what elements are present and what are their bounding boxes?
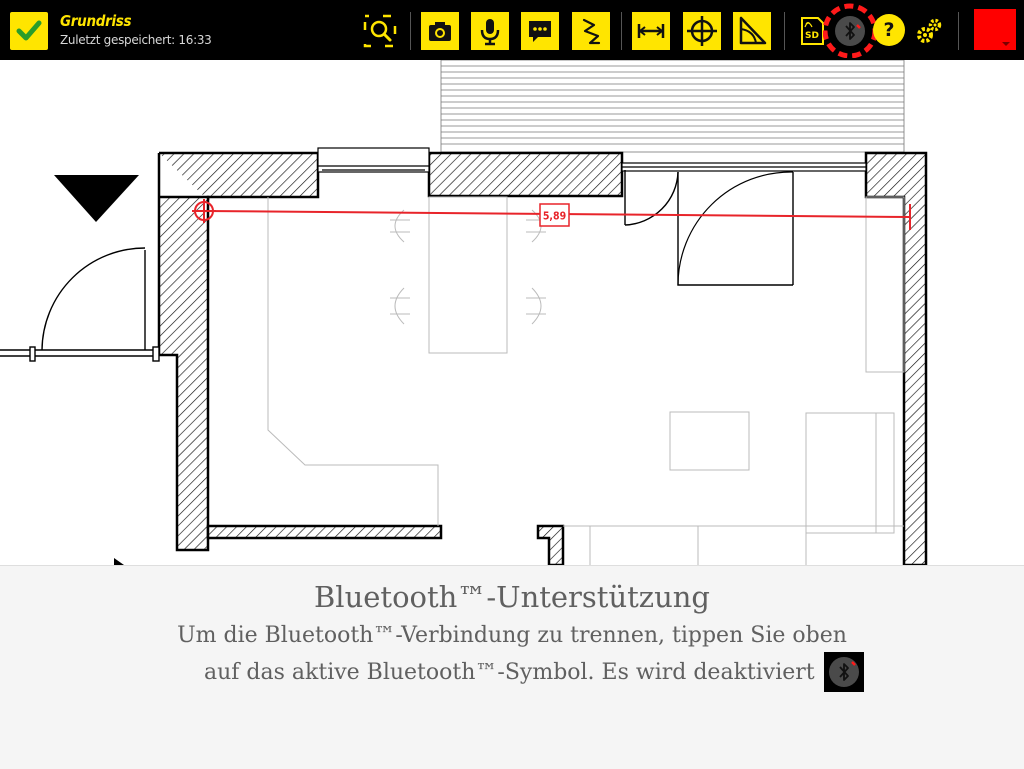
- help-icon: ?: [883, 19, 895, 41]
- toolbar-divider: [958, 12, 959, 50]
- freehand-button[interactable]: [572, 12, 610, 50]
- top-toolbar: Grundriss Zuletzt gespeichert: 16:33 SD …: [0, 0, 1024, 60]
- saved-status: Zuletzt gespeichert: 16:33: [60, 33, 212, 47]
- color-picker-button[interactable]: [974, 9, 1016, 50]
- measurement-label: 5,89: [543, 211, 566, 223]
- comment-button[interactable]: [521, 12, 559, 50]
- help-button[interactable]: ?: [873, 14, 905, 46]
- doors: [0, 170, 794, 362]
- floorplan-canvas[interactable]: 5,89: [0, 60, 1024, 565]
- hint-text-line1: Um die Bluetooth™-Verbindung zu trennen,…: [177, 623, 847, 648]
- camera-button[interactable]: [421, 12, 459, 50]
- camera-icon: [429, 22, 451, 41]
- point-button[interactable]: [683, 12, 721, 50]
- freehand-line-icon: [582, 18, 601, 45]
- arrow-marker-icon: [114, 558, 124, 565]
- angle-icon: [739, 16, 767, 45]
- angle-button[interactable]: [733, 12, 771, 50]
- zoom-fit-icon: [363, 14, 397, 48]
- bluetooth-inline-icon: [824, 652, 864, 692]
- dimension-line-icon: [637, 24, 665, 38]
- hint-text-line2: auf das aktive Bluetooth™-Symbol. Es wir…: [204, 660, 815, 685]
- zoom-fit-button[interactable]: [361, 12, 399, 50]
- north-arrow-icon: [54, 175, 139, 222]
- sd-card-button[interactable]: SD: [799, 12, 825, 50]
- sd-label: SD: [805, 31, 819, 41]
- terrace: [440, 60, 905, 153]
- settings-button[interactable]: [914, 12, 944, 50]
- microphone-button[interactable]: [471, 12, 509, 50]
- furniture: [267, 196, 905, 565]
- toolbar-divider: [621, 12, 622, 50]
- color-swatch: [1002, 42, 1010, 46]
- toolbar-divider: [784, 12, 785, 50]
- bluetooth-button[interactable]: [823, 2, 879, 58]
- checkmark-icon: [16, 20, 42, 41]
- hint-panel: Bluetooth™-Unterstützung Um die Bluetoot…: [0, 565, 1024, 769]
- crosshair-icon: [687, 16, 717, 46]
- document-title: Grundriss: [60, 12, 132, 30]
- toolbar-divider: [410, 12, 411, 50]
- measurement-line[interactable]: 5,89: [192, 199, 911, 230]
- bluetooth-icon: [823, 3, 878, 58]
- distance-button[interactable]: [632, 12, 670, 50]
- confirm-button[interactable]: [10, 12, 48, 50]
- hint-heading: Bluetooth™-Unterstützung: [314, 580, 710, 614]
- speech-bubble-icon: [529, 21, 551, 42]
- microphone-icon: [480, 19, 500, 46]
- gears-icon: [917, 18, 942, 43]
